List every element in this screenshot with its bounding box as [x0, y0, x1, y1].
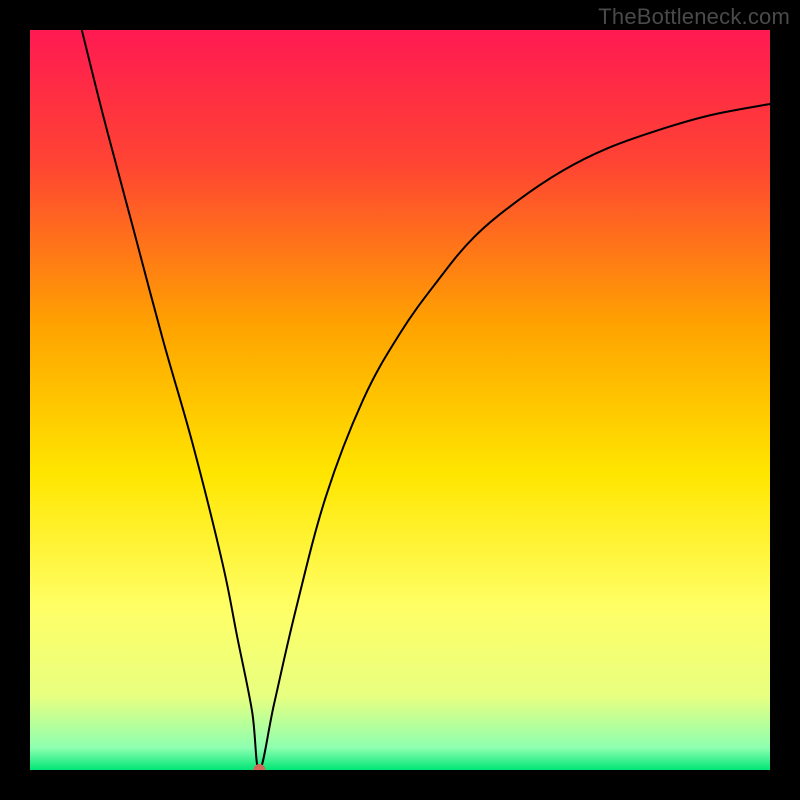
watermark-text: TheBottleneck.com	[598, 4, 790, 30]
chart-frame: TheBottleneck.com	[0, 0, 800, 800]
plot-area	[30, 30, 770, 770]
gradient-background	[30, 30, 770, 770]
chart-svg	[30, 30, 770, 770]
